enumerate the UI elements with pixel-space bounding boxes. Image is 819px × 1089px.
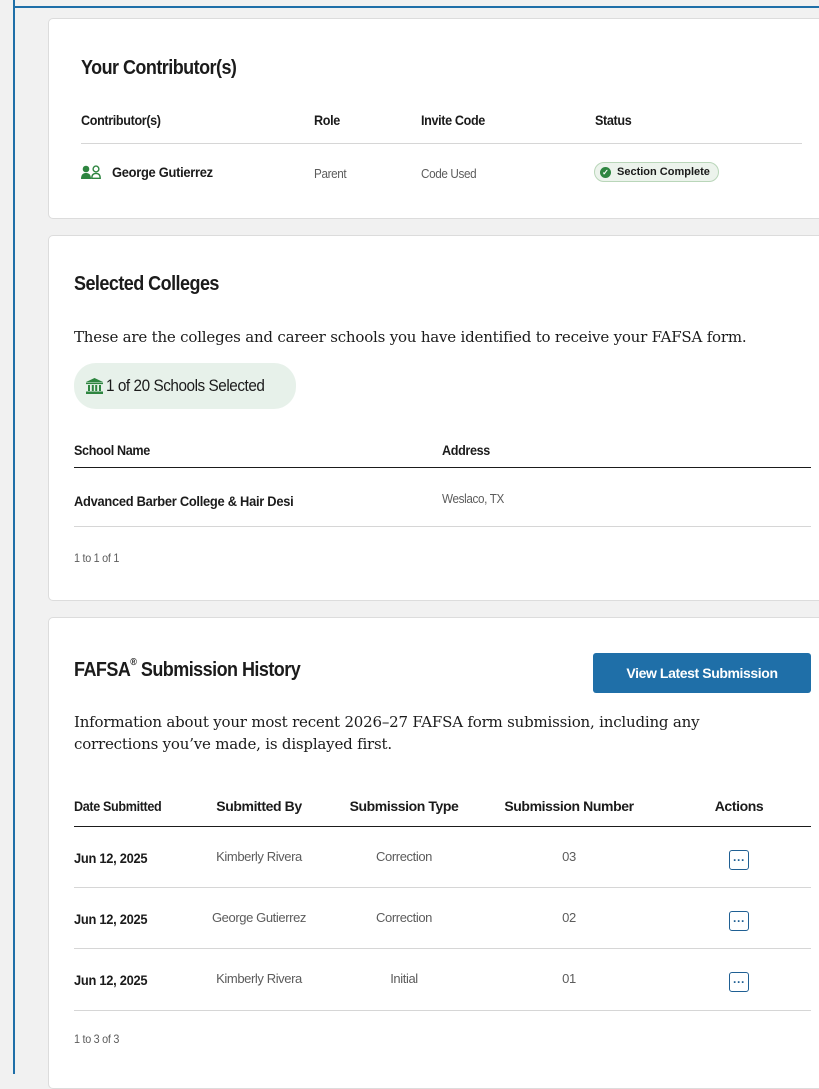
selected-colleges-card: Selected Colleges These are the colleges…: [48, 235, 819, 601]
colleges-description: These are the colleges and career school…: [74, 328, 747, 346]
schools-selected-label: 1 of 20 Schools Selected: [106, 376, 265, 395]
status-badge-label: Section Complete: [617, 166, 710, 178]
view-latest-submission-button[interactable]: View Latest Submission: [593, 653, 811, 693]
submission-type: Initial: [390, 971, 418, 986]
submission-date: Jun 12, 2025: [74, 911, 148, 927]
submission-date: Jun 12, 2025: [74, 972, 148, 988]
colleges-title: Selected Colleges: [74, 273, 219, 295]
institution-icon: [86, 378, 103, 394]
colleges-header-divider: [74, 467, 811, 468]
check-circle-icon: ✓: [600, 166, 611, 178]
history-row-divider: [74, 887, 811, 888]
contributors-card: Your Contributor(s) Contributor(s) Role …: [48, 18, 819, 219]
submission-history-card: FAFSA® Submission History View Latest Su…: [48, 617, 819, 1089]
school-address: Weslaco, TX: [442, 491, 504, 506]
window-frame-top: [13, 6, 819, 8]
col-header-submitted-by: Submitted By: [216, 798, 302, 814]
col-header-status: Status: [595, 112, 632, 128]
contributor-name: George Gutierrez: [112, 164, 213, 180]
history-row-divider: [74, 948, 811, 949]
submission-number: 02: [562, 910, 576, 925]
schools-selected-count: 1 of 20 Schools Selected: [74, 363, 297, 409]
window-frame-left: [13, 0, 15, 1074]
submission-by: George Gutierrez: [211, 910, 307, 925]
school-name: Advanced Barber College & Hair Desi: [74, 493, 294, 509]
submission-type: Correction: [376, 910, 432, 925]
col-header-role: Role: [314, 112, 340, 128]
col-header-submission-type: Submission Type: [349, 798, 459, 814]
contributor-invite-code: Code Used: [421, 166, 477, 181]
col-header-school-name: School Name: [74, 442, 150, 458]
registered-mark: ®: [130, 657, 137, 668]
contributors-header-divider: [81, 143, 802, 144]
history-description: Information about your most recent 2026–…: [74, 713, 700, 753]
col-header-contributors: Contributor(s): [81, 112, 161, 128]
col-header-address: Address: [442, 442, 490, 458]
colleges-pagination: 1 to 1 of 1: [74, 551, 120, 565]
submission-number: 03: [562, 849, 576, 864]
people-icon: [81, 165, 103, 179]
contributors-title: Your Contributor(s): [81, 57, 237, 79]
col-header-date-submitted: Date Submitted: [74, 798, 162, 814]
submission-by: Kimberly Rivera: [216, 849, 302, 864]
more-options-icon[interactable]: ···: [729, 972, 749, 992]
submission-type: Correction: [376, 849, 432, 864]
history-title: FAFSA® Submission History: [74, 657, 301, 681]
more-options-icon[interactable]: ···: [729, 911, 749, 931]
contributor-role: Parent: [314, 166, 347, 181]
history-pagination: 1 to 3 of 3: [74, 1032, 120, 1046]
submission-by: Kimberly Rivera: [216, 971, 302, 986]
col-header-submission-number: Submission Number: [504, 798, 634, 814]
col-header-actions: Actions: [714, 798, 764, 814]
history-header-divider: [74, 826, 811, 827]
col-header-invite-code: Invite Code: [421, 112, 485, 128]
colleges-row-divider: [74, 526, 811, 527]
history-row-divider: [74, 1010, 811, 1011]
status-badge: ✓ Section Complete: [594, 162, 719, 182]
submission-number: 01: [562, 971, 576, 986]
submission-date: Jun 12, 2025: [74, 850, 148, 866]
more-options-icon[interactable]: ···: [729, 850, 749, 870]
